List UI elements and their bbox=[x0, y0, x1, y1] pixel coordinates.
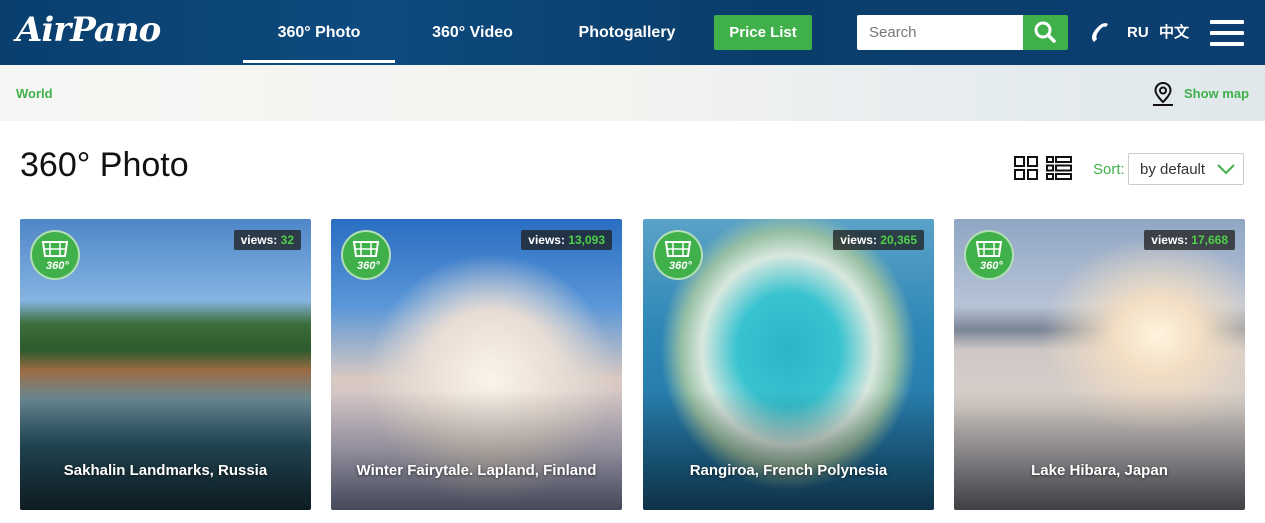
search-button[interactable] bbox=[1023, 15, 1068, 50]
search-input[interactable] bbox=[857, 15, 1025, 50]
nav-photogallery[interactable]: Photogallery bbox=[568, 0, 686, 65]
views-badge: views: 32 bbox=[233, 230, 301, 250]
views-badge: views: 20,365 bbox=[833, 230, 924, 250]
views-badge: views: 13,093 bbox=[521, 230, 612, 250]
lang-ru[interactable]: RU bbox=[1127, 0, 1149, 65]
breadcrumb-world[interactable]: World bbox=[16, 86, 53, 101]
page-title: 360° Photo bbox=[20, 146, 189, 184]
panorama-360-icon: 360° bbox=[653, 230, 703, 280]
map-pin-icon[interactable] bbox=[1150, 81, 1176, 107]
grid-view-icon[interactable] bbox=[1014, 156, 1038, 180]
price-list-button[interactable]: Price List bbox=[714, 15, 812, 50]
nav-360-photo[interactable]: 360° Photo bbox=[243, 0, 395, 65]
search-icon bbox=[1034, 21, 1056, 43]
card-title: Lake Hibara, Japan bbox=[1031, 462, 1168, 479]
sort-label: Sort: bbox=[1093, 161, 1125, 178]
nav-360-video[interactable]: 360° Video bbox=[410, 0, 535, 65]
menu-icon[interactable] bbox=[1210, 20, 1244, 46]
chevron-down-icon bbox=[1217, 164, 1235, 175]
lang-cn[interactable]: 中文 bbox=[1159, 0, 1189, 65]
card-title: Winter Fairytale. Lapland, Finland bbox=[356, 462, 597, 479]
show-map-link[interactable]: Show map bbox=[1184, 86, 1249, 101]
photo-card[interactable]: 360° views: 17,668 Lake Hibara, Japan bbox=[954, 219, 1245, 510]
site-header: AirPano 360° Photo 360° Video Photogalle… bbox=[0, 0, 1265, 65]
panorama-360-icon: 360° bbox=[341, 230, 391, 280]
views-badge: views: 17,668 bbox=[1144, 230, 1235, 250]
list-view-icon[interactable] bbox=[1046, 156, 1072, 180]
sort-value: by default bbox=[1140, 161, 1206, 178]
phone-icon[interactable] bbox=[1088, 20, 1114, 46]
panorama-360-icon: 360° bbox=[30, 230, 80, 280]
panorama-360-icon: 360° bbox=[964, 230, 1014, 280]
photo-card[interactable]: 360° views: 20,365 Rangiroa, French Poly… bbox=[643, 219, 934, 510]
breadcrumb-strip: World Show map bbox=[0, 65, 1265, 121]
photo-card[interactable]: 360° views: 32 Sakhalin Landmarks, Russi… bbox=[20, 219, 311, 510]
site-logo[interactable]: AirPano bbox=[16, 10, 161, 50]
card-title: Sakhalin Landmarks, Russia bbox=[63, 462, 268, 479]
photo-card[interactable]: 360° views: 13,093 Winter Fairytale. Lap… bbox=[331, 219, 622, 510]
card-title: Rangiroa, French Polynesia bbox=[689, 462, 888, 479]
sort-dropdown[interactable]: by default bbox=[1128, 153, 1244, 185]
